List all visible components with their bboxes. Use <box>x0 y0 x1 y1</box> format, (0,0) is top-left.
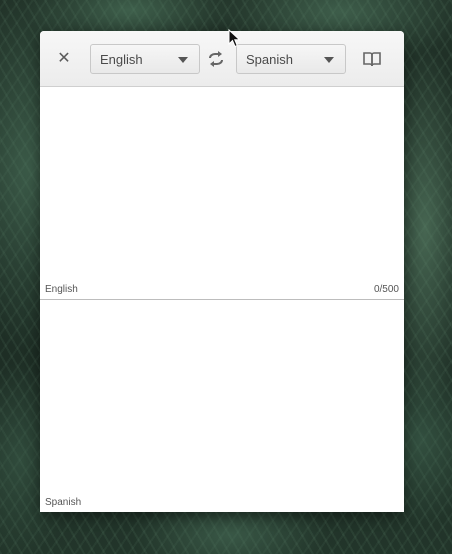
mouse-pointer-icon <box>228 29 241 48</box>
target-language-select[interactable]: Spanish <box>236 44 346 74</box>
target-language-label: Spanish <box>45 497 82 508</box>
chevron-down-icon <box>178 57 188 63</box>
character-count: 0/500 <box>373 284 399 295</box>
source-language-value: English <box>100 52 143 67</box>
source-language-label: English <box>45 284 78 295</box>
translation-pane: Spanish <box>40 300 404 512</box>
source-text-pane: English 0/500 <box>40 87 404 299</box>
header-bar: ✕ English Spanish <box>40 31 404 87</box>
translator-window: ✕ English Spanish English 0/500 Spanish <box>40 31 404 512</box>
swap-icon <box>209 51 223 67</box>
translation-output <box>40 300 404 490</box>
book-icon <box>363 52 381 67</box>
chevron-down-icon <box>324 57 334 63</box>
close-icon: ✕ <box>57 50 71 67</box>
source-language-select[interactable]: English <box>90 44 200 74</box>
dictionary-button[interactable] <box>362 50 382 68</box>
swap-languages-button[interactable] <box>206 50 226 68</box>
target-language-value: Spanish <box>246 52 293 67</box>
close-button[interactable]: ✕ <box>54 48 74 68</box>
source-text-input[interactable] <box>40 87 404 277</box>
